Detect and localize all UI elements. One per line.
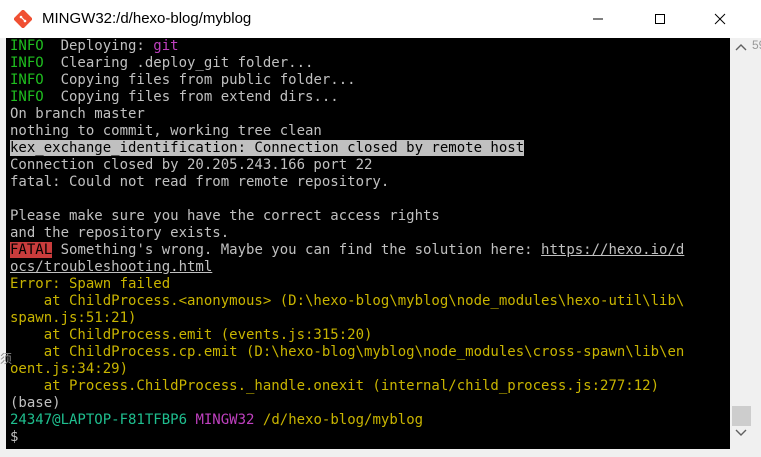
terminal-line: $ [10, 429, 684, 446]
terminal-line: and the repository exists. [10, 225, 684, 242]
terminal-line: at ChildProcess.<anonymous> (D:\hexo-blo… [10, 293, 685, 310]
terminal-text-segment: (base) [10, 395, 61, 411]
terminal-line: Error: Spawn failed [10, 276, 684, 293]
terminal-lines: INFO Deploying: git INFO Clearing .deploy… [10, 38, 684, 446]
terminal-text-segment: MINGW32 [195, 412, 255, 428]
terminal-line: at ChildProcess.cp.emit (D:\hexo-blog\my… [10, 344, 685, 361]
terminal-text-segment: INFO [10, 72, 44, 88]
terminal-text-segment: Copying files from extend dirs... [43, 89, 339, 105]
terminal-text-segment: FATAL [10, 242, 53, 258]
terminal-text-segment: fatal: Could not read from remote reposi… [10, 174, 390, 190]
terminal-line: INFO Deploying: git [10, 38, 684, 55]
terminal-output[interactable]: INFO Deploying: git INFO Clearing .deploy… [6, 38, 730, 449]
terminal-text-segment: Something's wrong. Maybe you can find th… [52, 242, 542, 258]
window-title: MINGW32:/d/hexo-blog/myblog [42, 10, 252, 27]
close-button[interactable] [697, 0, 743, 38]
terminal-text-segment: nothing to commit, working tree clean [10, 123, 322, 139]
terminal-line: at ChildProcess.emit (events.js:315:20) [10, 327, 684, 344]
terminal-line: Please make sure you have the correct ac… [10, 208, 684, 225]
terminal-line: INFO Copying files from extend dirs... [10, 89, 684, 106]
terminal-line: 24347@LAPTOP-F81TFBP6 MINGW32 /d/hexo-bl… [10, 412, 684, 429]
background-text-fragment-left: 须 [0, 352, 13, 366]
terminal-text-segment: at ChildProcess.<anonymous> (D:\hexo-blo… [10, 293, 685, 309]
maximize-icon [655, 14, 665, 24]
terminal-text-segment: Error: Spawn failed [10, 276, 171, 292]
terminal-text-segment: 24347@LAPTOP-F81TFBP6 [10, 412, 188, 428]
background-window-edge [0, 260, 6, 280]
terminal-text-segment: git [153, 38, 179, 54]
terminal-line: oent.js:34:29) [10, 361, 684, 378]
terminal-line: INFO Copying files from public folder... [10, 72, 684, 89]
terminal-text-segment: oent.js:34:29) [10, 361, 129, 377]
title-bar[interactable]: MINGW32:/d/hexo-blog/myblog [0, 0, 761, 38]
terminal-text-segment: Deploying: [43, 38, 154, 54]
terminal-text-segment: Copying files from public folder... [43, 72, 356, 88]
git-bash-icon [14, 10, 32, 28]
terminal-line: fatal: Could not read from remote reposi… [10, 174, 684, 191]
minimize-icon [593, 18, 603, 20]
terminal-text-segment: and the repository exists. [10, 225, 230, 241]
terminal-line: FATAL Something's wrong. Maybe you can f… [10, 242, 684, 259]
terminal-text-segment: On branch master [10, 106, 145, 122]
scroll-up-icon[interactable] [734, 42, 748, 52]
scrollbar[interactable] [730, 38, 753, 449]
terminal-text-segment: INFO [10, 55, 44, 71]
terminal-text-segment: $ [10, 429, 27, 445]
terminal-text-segment: INFO [10, 89, 44, 105]
terminal-line: INFO Clearing .deploy_git folder... [10, 55, 684, 72]
scroll-thumb[interactable] [732, 406, 751, 426]
maximize-button[interactable] [637, 0, 683, 38]
terminal-text-segment: at ChildProcess.emit (events.js:315:20) [10, 327, 373, 343]
terminal-line: kex_exchange_identification: Connection … [10, 140, 684, 157]
terminal-line: at Process.ChildProcess._handle.onexit (… [10, 378, 684, 395]
terminal-text-segment: spawn.js:51:21) [10, 310, 137, 326]
terminal-line: spawn.js:51:21) [10, 310, 684, 327]
terminal-text-segment[interactable]: ocs/troubleshooting.html [10, 259, 212, 275]
close-icon [714, 13, 726, 25]
terminal-text-segment: at Process.ChildProcess._handle.onexit (… [10, 378, 660, 394]
scroll-down-icon[interactable] [734, 428, 748, 438]
terminal-text-segment: Connection closed by 20.205.243.166 port… [10, 157, 373, 173]
terminal-line: On branch master [10, 106, 684, 123]
terminal-text-segment: INFO [10, 38, 44, 54]
terminal-text-segment: kex_exchange_identification: Connection … [10, 140, 525, 156]
terminal-text-segment: at ChildProcess.cp.emit (D:\hexo-blog\my… [10, 344, 685, 360]
terminal-text-segment: /d/hexo-blog/myblog [262, 412, 424, 428]
terminal-text-segment: Clearing .deploy_git folder... [43, 55, 314, 71]
terminal-line: ocs/troubleshooting.html [10, 259, 684, 276]
terminal-text-segment: Please make sure you have the correct ac… [10, 208, 440, 224]
minimize-button[interactable] [575, 0, 621, 38]
terminal-text-segment[interactable]: https://hexo.io/d [541, 242, 684, 258]
terminal-line: Connection closed by 20.205.243.166 port… [10, 157, 684, 174]
background-text-fragment: 59 [752, 38, 761, 52]
terminal-line: nothing to commit, working tree clean [10, 123, 684, 140]
terminal-line: (base) [10, 395, 684, 412]
